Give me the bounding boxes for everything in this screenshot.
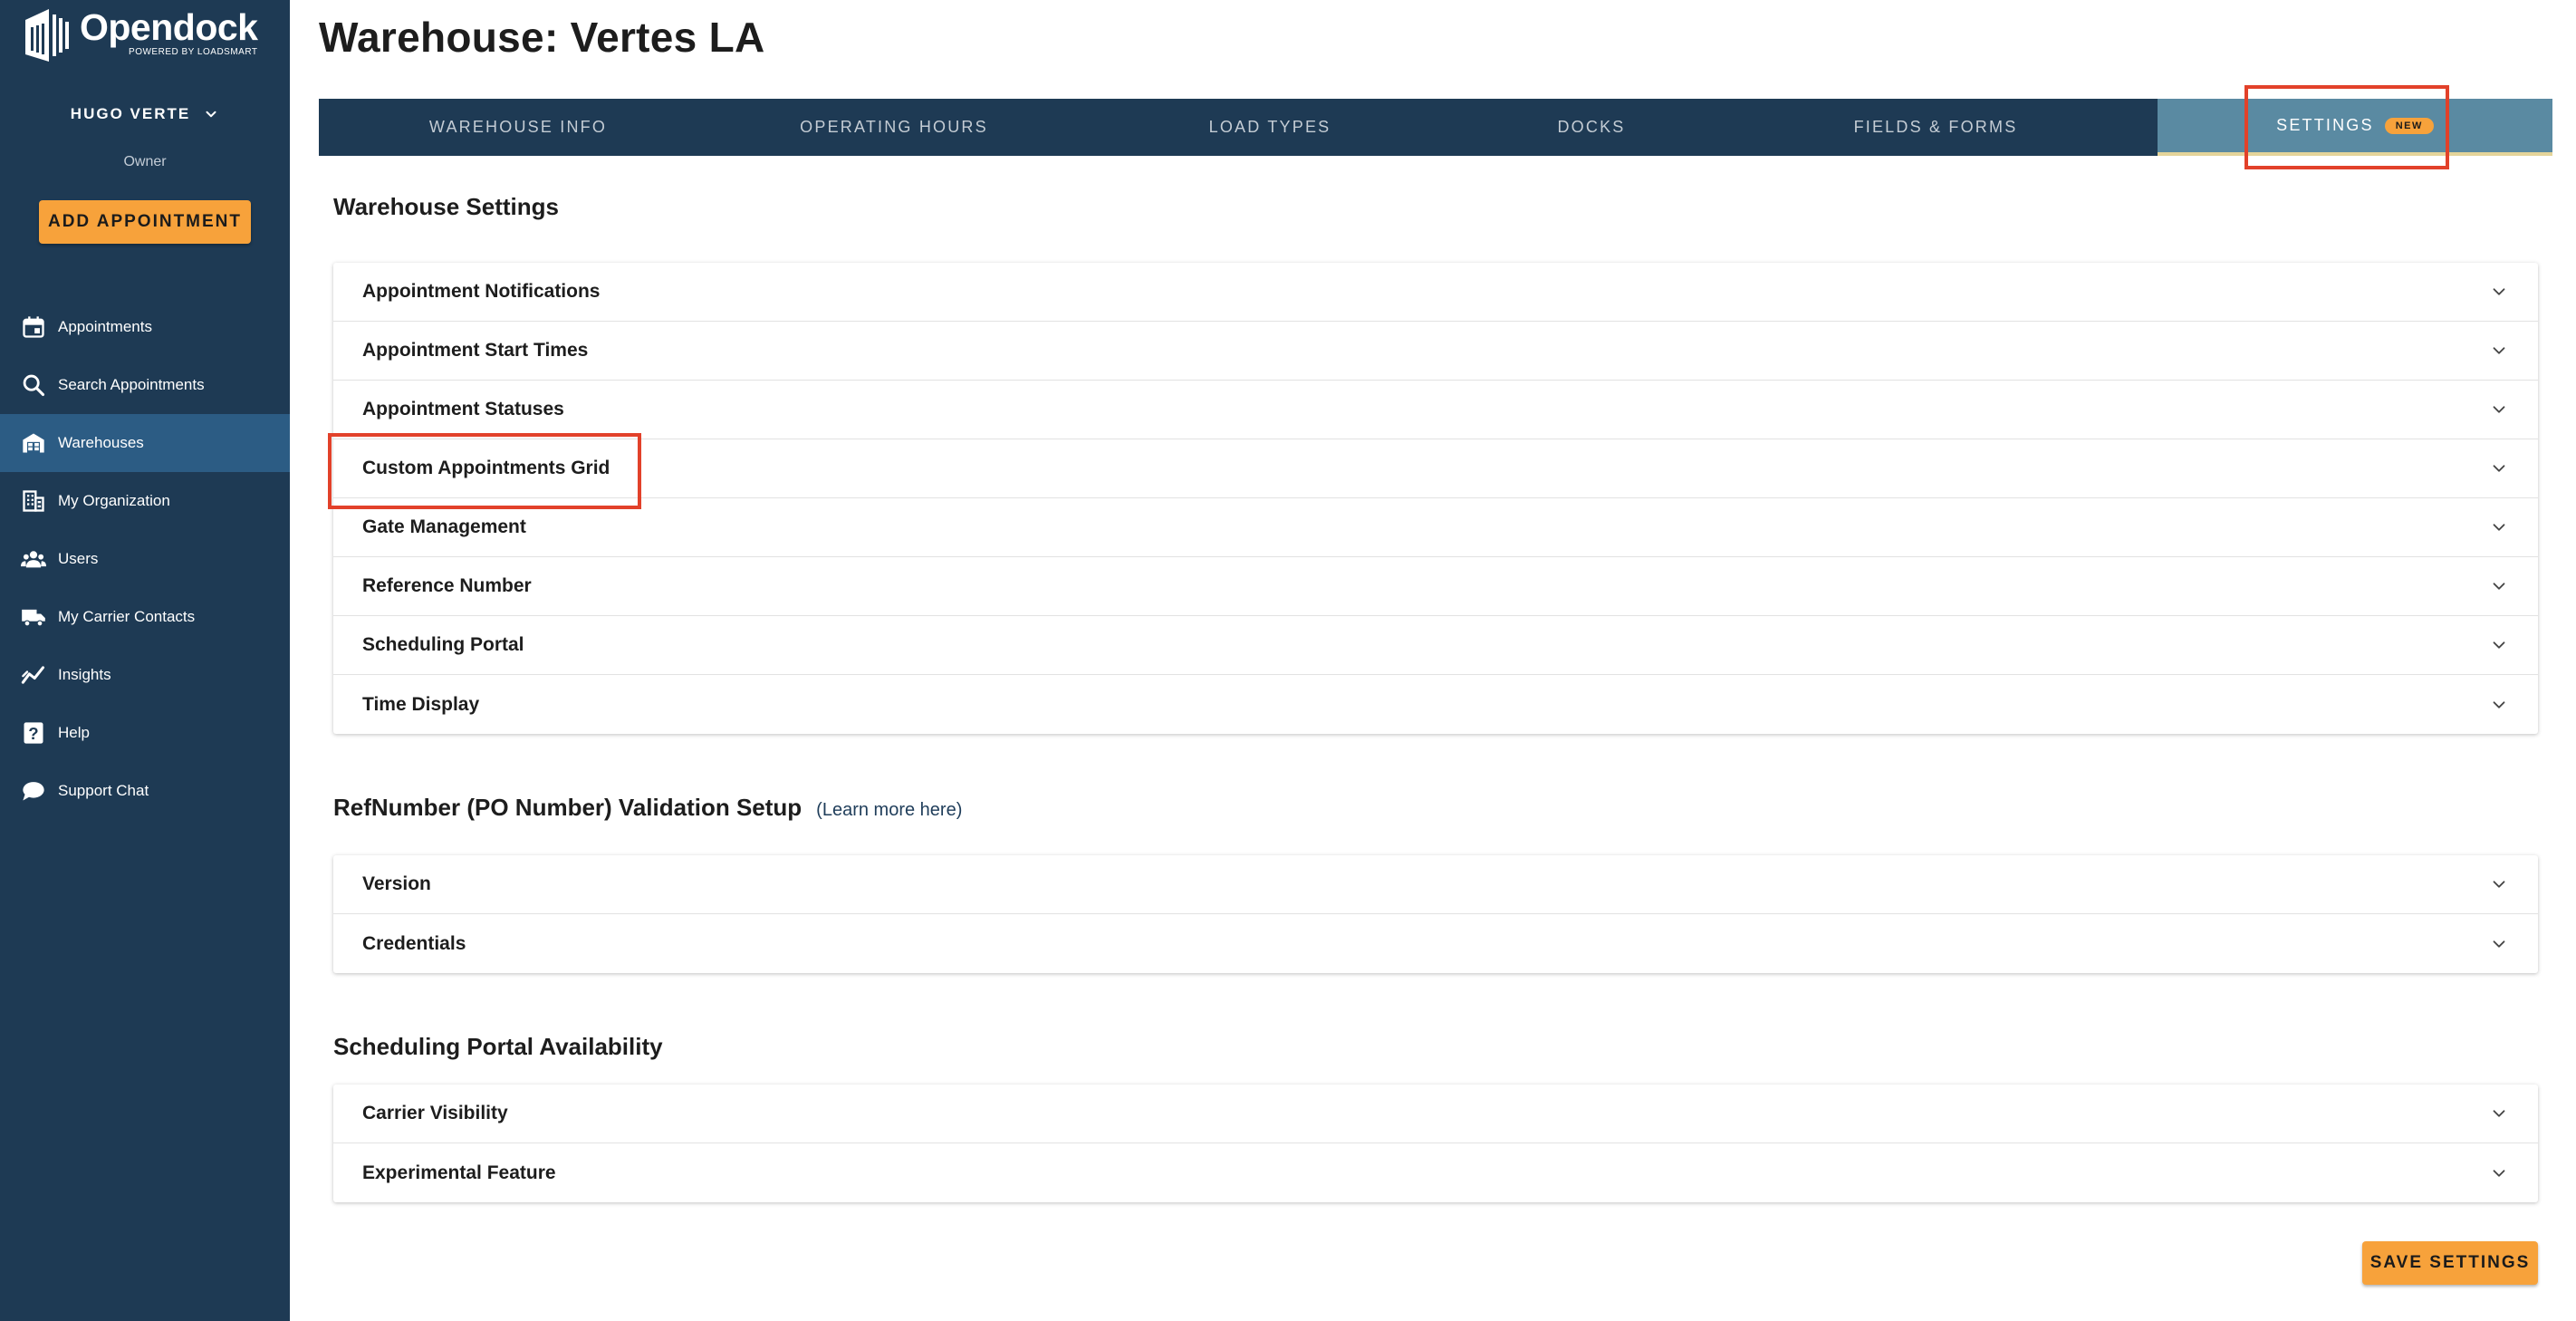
- row-label: Version: [362, 873, 431, 894]
- chevron-down-icon: [2493, 881, 2505, 888]
- warehouse-settings-panel: Appointment Notifications Appointment St…: [333, 263, 2538, 734]
- row-label: Reference Number: [362, 575, 532, 596]
- expansion-row-credentials[interactable]: Credentials: [333, 914, 2538, 973]
- tab-label: DOCKS: [1557, 118, 1626, 136]
- user-role: Owner: [123, 154, 167, 169]
- sidebar-item-appointments[interactable]: Appointments: [0, 298, 290, 356]
- app-name: Opendock: [80, 6, 258, 48]
- chat-bubble-icon: [20, 777, 47, 805]
- expansion-row-experimental-feature[interactable]: Experimental Feature: [333, 1143, 2538, 1202]
- tab-warehouse-info[interactable]: WAREHOUSE INFO: [319, 99, 717, 156]
- row-label: Scheduling Portal: [362, 634, 524, 655]
- page-title: Warehouse: Vertes LA: [319, 14, 765, 61]
- row-label: Custom Appointments Grid: [362, 458, 610, 478]
- learn-more-link[interactable]: (Learn more here): [816, 800, 962, 820]
- opendock-logo-icon: [25, 9, 69, 62]
- tab-docks[interactable]: DOCKS: [1469, 99, 1714, 156]
- row-label: Credentials: [362, 932, 466, 954]
- warehouse-icon: [20, 429, 47, 457]
- tab-operating-hours[interactable]: OPERATING HOURS: [717, 99, 1071, 156]
- sidebar-item-my-organization[interactable]: My Organization: [0, 472, 290, 530]
- users-icon: [20, 545, 47, 573]
- chevron-down-icon: [206, 111, 216, 118]
- sidebar-item-search-appointments[interactable]: Search Appointments: [0, 356, 290, 414]
- new-badge: NEW: [2384, 117, 2434, 134]
- user-menu[interactable]: HUGO VERTE: [0, 105, 290, 123]
- row-label: Gate Management: [362, 516, 526, 537]
- calendar-icon: [20, 313, 47, 341]
- row-label: Time Display: [362, 693, 480, 715]
- sidebar-item-help[interactable]: ? Help: [0, 704, 290, 762]
- sidebar-item-label: Users: [58, 550, 99, 567]
- chevron-down-icon: [2493, 940, 2505, 948]
- sidebar-item-label: Support Chat: [58, 782, 149, 799]
- sidebar-item-users[interactable]: Users: [0, 530, 290, 588]
- sidebar-item-label: Appointments: [58, 318, 152, 335]
- sidebar-item-label: Insights: [58, 666, 111, 683]
- section-title-text: RefNumber (PO Number) Validation Setup: [333, 794, 803, 821]
- sidebar-item-label: My Organization: [58, 492, 170, 509]
- sidebar-item-label: Search Appointments: [58, 376, 205, 393]
- row-label: Appointment Notifications: [362, 281, 601, 302]
- sidebar: Opendock POWERED BY LOADSMART HUGO VERTE…: [0, 0, 290, 1321]
- section-title-scheduling-portal-availability: Scheduling Portal Availability: [333, 1033, 663, 1060]
- user-name: HUGO VERTE: [70, 105, 191, 122]
- tab-settings[interactable]: SETTINGS NEW: [2158, 99, 2552, 156]
- expansion-row-reference-number[interactable]: Reference Number: [333, 557, 2538, 616]
- expansion-row-scheduling-portal[interactable]: Scheduling Portal: [333, 616, 2538, 675]
- chevron-down-icon: [2493, 347, 2505, 354]
- help-icon: ?: [20, 719, 47, 747]
- expansion-row-appointment-notifications[interactable]: Appointment Notifications: [333, 263, 2538, 322]
- tab-load-types[interactable]: LOAD TYPES: [1071, 99, 1469, 156]
- sidebar-item-insights[interactable]: Insights: [0, 646, 290, 704]
- section-title-refnumber-validation: RefNumber (PO Number) Validation Setup (L…: [333, 794, 962, 822]
- app-logo[interactable]: Opendock POWERED BY LOADSMART: [22, 5, 258, 69]
- row-label: Appointment Start Times: [362, 340, 589, 361]
- chart-line-icon: [20, 661, 47, 689]
- add-appointment-button[interactable]: ADD APPOINTMENT: [39, 200, 251, 244]
- section-title-warehouse-settings: Warehouse Settings: [333, 193, 559, 220]
- sidebar-item-warehouses[interactable]: Warehouses: [0, 414, 290, 472]
- truck-icon: [20, 603, 47, 631]
- save-settings-button[interactable]: SAVE SETTINGS: [2362, 1241, 2538, 1285]
- building-icon: [20, 487, 47, 515]
- expansion-row-gate-management[interactable]: Gate Management: [333, 498, 2538, 557]
- tab-label: FIELDS & FORMS: [1853, 118, 2018, 136]
- tab-label: WAREHOUSE INFO: [428, 118, 608, 136]
- chevron-down-icon: [2493, 406, 2505, 413]
- chevron-down-icon: [2493, 1110, 2505, 1117]
- app-tagline: POWERED BY LOADSMART: [129, 47, 258, 57]
- sidebar-item-label: Warehouses: [58, 434, 144, 451]
- chevron-down-icon: [2493, 288, 2505, 295]
- sidebar-item-my-carrier-contacts[interactable]: My Carrier Contacts: [0, 588, 290, 646]
- tab-fields-and-forms[interactable]: FIELDS & FORMS: [1714, 99, 2158, 156]
- chevron-down-icon: [2493, 583, 2505, 590]
- row-label: Experimental Feature: [362, 1162, 556, 1183]
- chevron-down-icon: [2493, 1169, 2505, 1177]
- expansion-row-carrier-visibility[interactable]: Carrier Visibility: [333, 1085, 2538, 1143]
- expansion-row-appointment-statuses[interactable]: Appointment Statuses: [333, 381, 2538, 439]
- sidebar-item-label: My Carrier Contacts: [58, 608, 196, 625]
- row-label: Appointment Statuses: [362, 399, 564, 419]
- sidebar-item-support-chat[interactable]: Support Chat: [0, 762, 290, 820]
- expansion-row-custom-appointments-grid[interactable]: Custom Appointments Grid: [333, 439, 2538, 498]
- expansion-row-time-display[interactable]: Time Display: [333, 675, 2538, 734]
- svg-text:?: ?: [28, 724, 38, 743]
- sidebar-item-label: Help: [58, 724, 90, 741]
- sidebar-nav: Appointments Search Appointments Warehou…: [0, 298, 290, 820]
- refnumber-validation-panel: Version Credentials: [333, 855, 2538, 973]
- warehouse-tabs: WAREHOUSE INFO OPERATING HOURS LOAD TYPE…: [319, 99, 2552, 156]
- expansion-row-appointment-start-times[interactable]: Appointment Start Times: [333, 322, 2538, 381]
- tab-label: LOAD TYPES: [1208, 118, 1331, 136]
- tab-label: SETTINGS: [2276, 116, 2374, 134]
- chevron-down-icon: [2493, 700, 2505, 709]
- expansion-row-version[interactable]: Version: [333, 855, 2538, 914]
- row-label: Carrier Visibility: [362, 1103, 508, 1123]
- chevron-down-icon: [2493, 465, 2505, 472]
- chevron-down-icon: [2493, 524, 2505, 531]
- search-icon: [20, 371, 47, 399]
- tab-label: OPERATING HOURS: [800, 118, 988, 136]
- chevron-down-icon: [2493, 641, 2505, 649]
- scheduling-portal-availability-panel: Carrier Visibility Experimental Feature: [333, 1085, 2538, 1202]
